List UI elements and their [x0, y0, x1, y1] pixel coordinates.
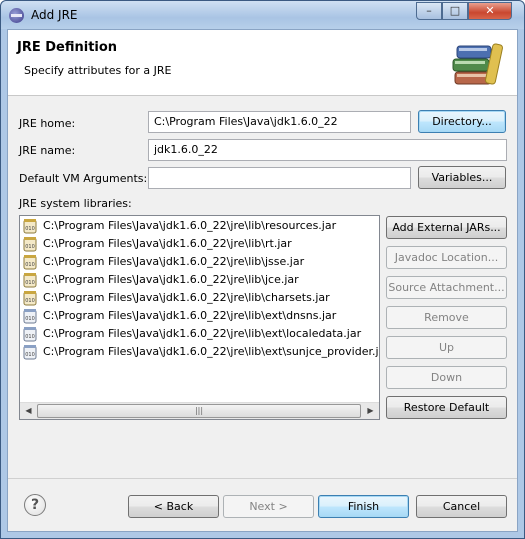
svg-text:010: 010: [25, 226, 35, 232]
svg-text:010: 010: [25, 262, 35, 268]
jre-home-label: JRE home:: [19, 117, 76, 130]
library-path: C:\Program Files\Java\jdk1.6.0_22\jre\li…: [43, 309, 337, 322]
title-bar[interactable]: Add JRE – □ ✕: [1, 1, 524, 29]
jre-name-input[interactable]: jdk1.6.0_22: [148, 139, 507, 161]
next-button[interactable]: Next >: [223, 495, 314, 518]
close-button[interactable]: ✕: [468, 2, 512, 20]
help-icon[interactable]: ?: [24, 494, 46, 516]
library-path: C:\Program Files\Java\jdk1.6.0_22\jre\li…: [43, 345, 380, 358]
variables-button[interactable]: Variables...: [418, 166, 506, 189]
javadoc-location-button[interactable]: Javadoc Location...: [386, 246, 507, 269]
directory-button[interactable]: Directory...: [418, 110, 506, 133]
up-button[interactable]: Up: [386, 336, 507, 359]
dialog-body: JRE Definition Specify attributes for a …: [7, 29, 518, 532]
scroll-left-icon[interactable]: ◀: [20, 403, 37, 419]
page-title: JRE Definition: [17, 40, 118, 55]
jar-icon: 010: [23, 255, 37, 270]
minimize-button[interactable]: –: [416, 2, 442, 20]
source-attachment-button[interactable]: Source Attachment...: [386, 276, 507, 299]
books-icon: [452, 43, 503, 85]
library-path: C:\Program Files\Java\jdk1.6.0_22\jre\li…: [43, 237, 292, 250]
library-path: C:\Program Files\Java\jdk1.6.0_22\jre\li…: [43, 219, 337, 232]
list-item[interactable]: 010 C:\Program Files\Java\jdk1.6.0_22\jr…: [23, 343, 380, 361]
scroll-thumb[interactable]: |||: [37, 404, 361, 418]
jar-icon: 010: [23, 219, 37, 234]
cancel-button[interactable]: Cancel: [416, 495, 507, 518]
svg-text:010: 010: [25, 280, 35, 286]
jar-icon: 010: [23, 291, 37, 306]
footer-separator: [8, 478, 517, 479]
svg-text:010: 010: [25, 352, 35, 358]
restore-default-button[interactable]: Restore Default: [386, 396, 507, 419]
jar-icon: 010: [23, 273, 37, 288]
list-item[interactable]: 010 C:\Program Files\Java\jdk1.6.0_22\jr…: [23, 271, 299, 289]
list-item[interactable]: 010 C:\Program Files\Java\jdk1.6.0_22\jr…: [23, 235, 292, 253]
remove-button[interactable]: Remove: [386, 306, 507, 329]
jar-icon: 010: [23, 345, 37, 360]
library-path: C:\Program Files\Java\jdk1.6.0_22\jre\li…: [43, 327, 362, 340]
libraries-label: JRE system libraries:: [19, 197, 132, 210]
list-item[interactable]: 010 C:\Program Files\Java\jdk1.6.0_22\jr…: [23, 217, 337, 235]
svg-text:010: 010: [25, 298, 35, 304]
eclipse-icon: [9, 8, 24, 23]
svg-text:010: 010: [25, 316, 35, 322]
maximize-button[interactable]: □: [442, 2, 468, 20]
jar-icon: 010: [23, 327, 37, 342]
svg-text:010: 010: [25, 334, 35, 340]
vm-args-label: Default VM Arguments:: [19, 172, 148, 185]
list-item[interactable]: 010 C:\Program Files\Java\jdk1.6.0_22\jr…: [23, 289, 330, 307]
add-external-jars-button[interactable]: Add External JARs...: [386, 216, 507, 239]
jre-name-label: JRE name:: [19, 144, 76, 157]
window-title: Add JRE: [31, 8, 78, 22]
horizontal-scrollbar[interactable]: ◀ ||| ▶: [20, 402, 379, 419]
jar-icon: 010: [23, 309, 37, 324]
svg-text:010: 010: [25, 244, 35, 250]
list-item[interactable]: 010 C:\Program Files\Java\jdk1.6.0_22\jr…: [23, 325, 362, 343]
jar-icon: 010: [23, 237, 37, 252]
list-item[interactable]: 010 C:\Program Files\Java\jdk1.6.0_22\jr…: [23, 307, 337, 325]
back-button[interactable]: < Back: [128, 495, 219, 518]
down-button[interactable]: Down: [386, 366, 507, 389]
library-path: C:\Program Files\Java\jdk1.6.0_22\jre\li…: [43, 273, 299, 286]
scroll-right-icon[interactable]: ▶: [362, 403, 379, 419]
library-path: C:\Program Files\Java\jdk1.6.0_22\jre\li…: [43, 255, 305, 268]
add-jre-dialog: Add JRE – □ ✕ JRE Definition Specify att…: [0, 0, 525, 539]
wizard-header: JRE Definition Specify attributes for a …: [8, 30, 517, 96]
jre-home-input[interactable]: C:\Program Files\Java\jdk1.6.0_22: [148, 111, 411, 133]
list-item[interactable]: 010 C:\Program Files\Java\jdk1.6.0_22\jr…: [23, 253, 305, 271]
page-subtitle: Specify attributes for a JRE: [24, 64, 172, 77]
libraries-list[interactable]: 010 C:\Program Files\Java\jdk1.6.0_22\jr…: [19, 215, 380, 420]
library-path: C:\Program Files\Java\jdk1.6.0_22\jre\li…: [43, 291, 330, 304]
finish-button[interactable]: Finish: [318, 495, 409, 518]
vm-args-input[interactable]: [148, 167, 411, 189]
